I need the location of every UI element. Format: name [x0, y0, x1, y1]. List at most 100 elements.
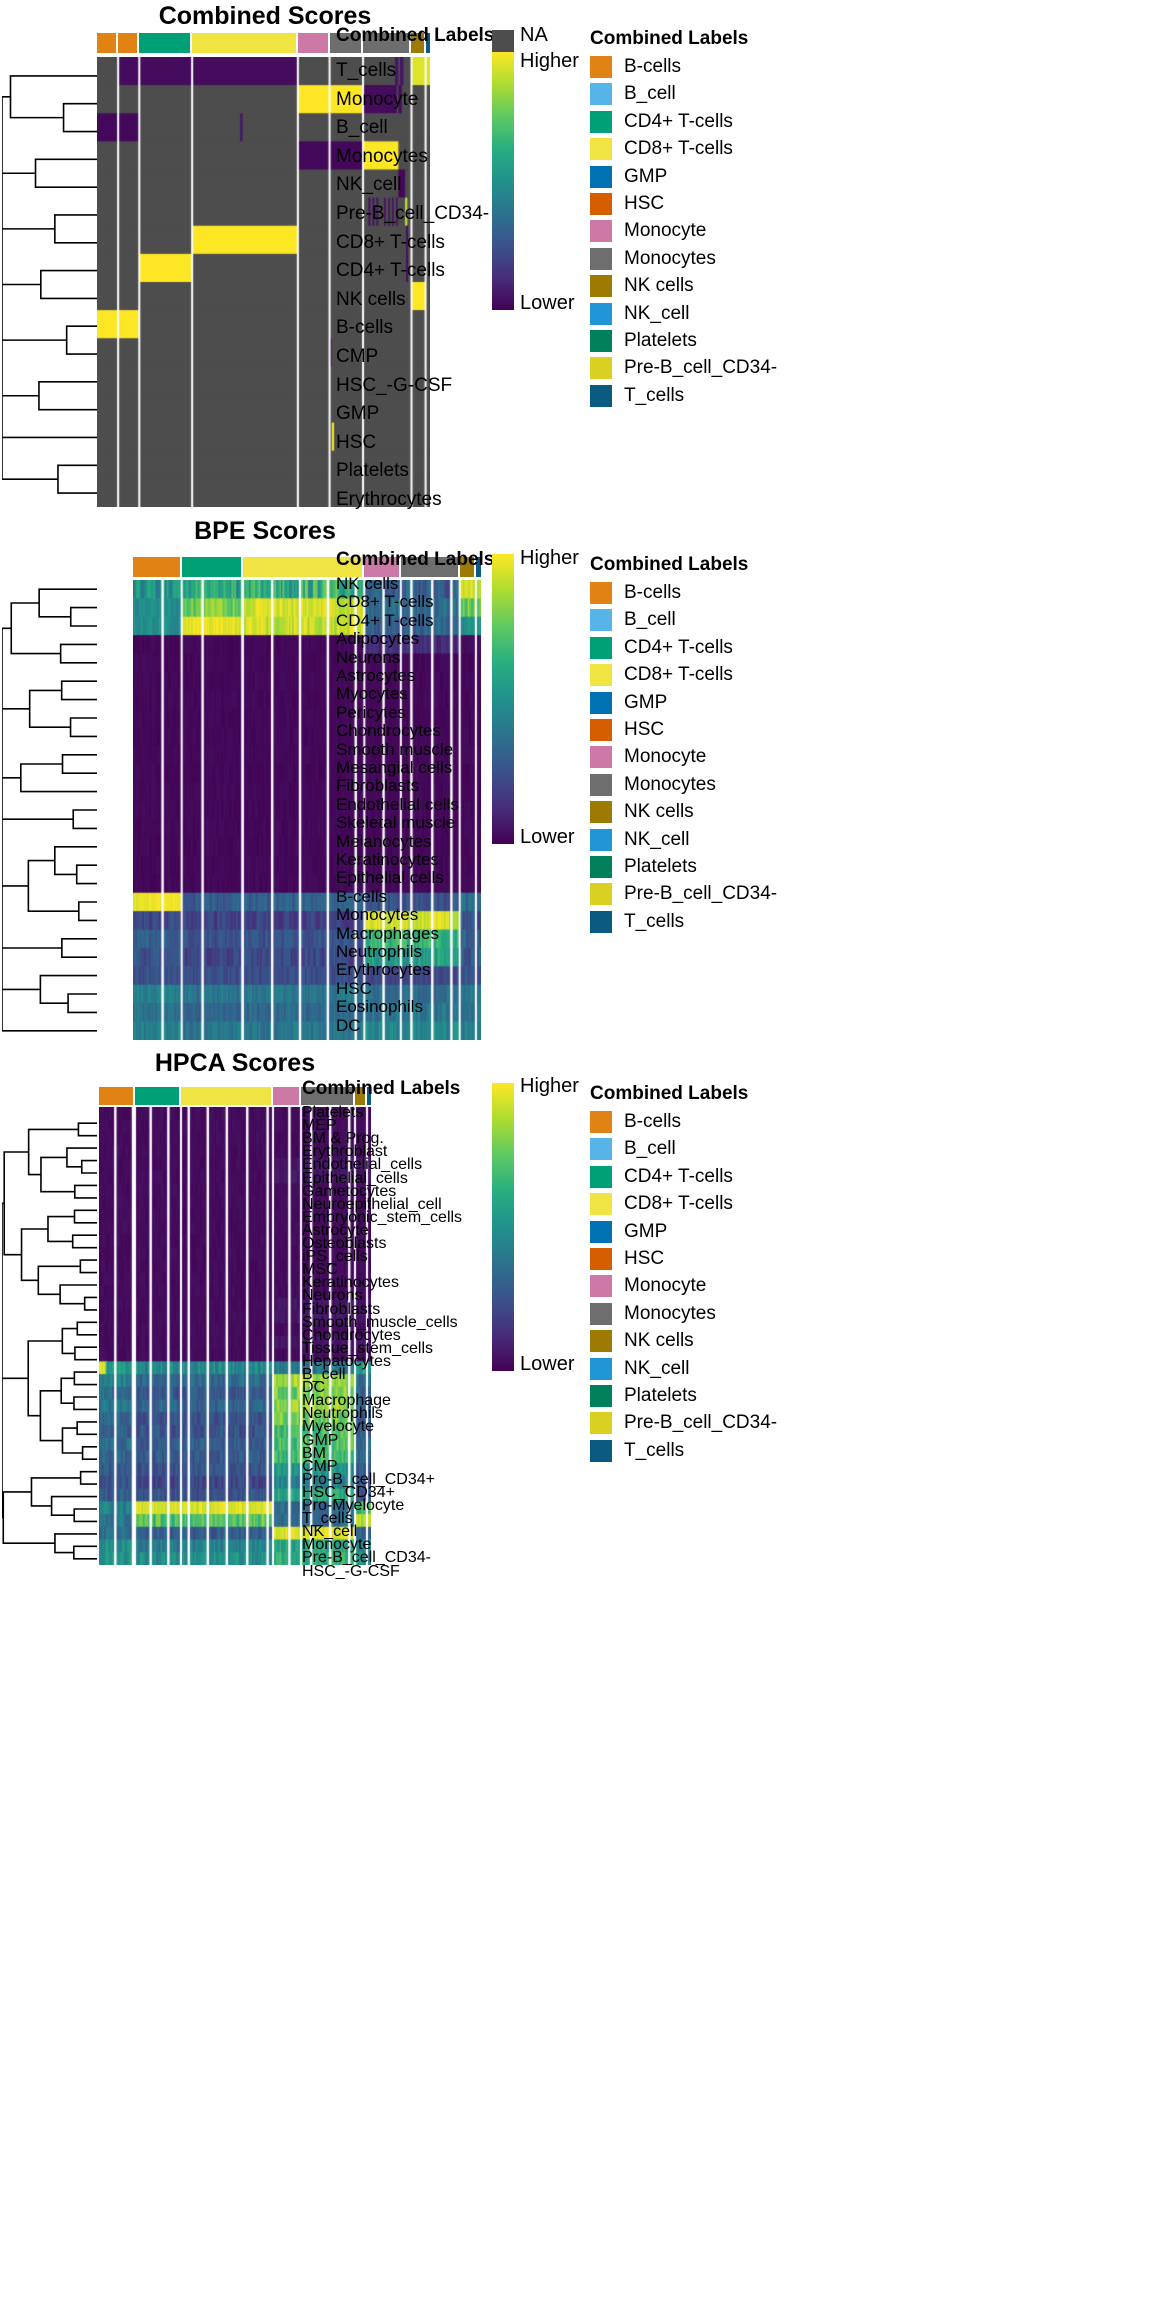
row-label: B-cells — [336, 886, 388, 906]
row-label: HSC_-G-CSF — [302, 1562, 400, 1580]
legend-item: CD8+ T-cells — [590, 1193, 890, 1216]
categorical-legend-title-hpca: Combined Labels — [590, 1083, 749, 1104]
legend-swatch — [590, 582, 612, 604]
row-labels-hpca: Combined Labels Platelets MEP BM & Prog. Ery… — [302, 1079, 552, 1579]
row-label: CD4+ T-cells — [336, 610, 434, 630]
annotation-segment-b-cells — [97, 33, 119, 53]
legend-swatch — [590, 1302, 612, 1325]
legend-swatch — [590, 664, 612, 687]
continuous-legend-hpca: Higher Lower — [492, 1075, 579, 1375]
legend-swatch — [590, 357, 612, 380]
legend-item-label: Monocytes — [624, 247, 716, 269]
legend-item: NK cells — [590, 801, 890, 824]
legend-item-label: NK_cell — [624, 1357, 690, 1379]
legend-na-swatch-combined — [492, 30, 514, 52]
legend-item-label: CD4+ T-cells — [624, 1165, 733, 1187]
row-label: Adipocytes — [336, 629, 420, 649]
row-label-header: Combined Labels — [336, 549, 495, 570]
legend-item-label: GMP — [624, 165, 668, 187]
legend-swatch — [590, 302, 612, 325]
row-label: NK cells — [336, 574, 399, 593]
legend-swatch — [590, 56, 612, 78]
row-label: Macrophages — [336, 923, 440, 943]
row-label: CD4+ T-cells — [336, 260, 445, 282]
row-label: Platelets — [336, 460, 409, 482]
legend-item-label: T_cells — [624, 1439, 685, 1461]
legend-item-label: Monocytes — [624, 1302, 716, 1324]
legend-gradient-bpe — [492, 554, 514, 844]
legend-item-label: B-cells — [624, 56, 682, 77]
legend-item: HSC — [590, 1247, 890, 1270]
legend-swatch — [590, 801, 612, 824]
legend-swatch — [590, 247, 612, 270]
categorical-legend-hpca: Combined Labels B-cells B_cell CD4+ T-cell… — [590, 1083, 890, 1467]
row-dendrogram-bpe — [2, 580, 97, 1040]
legend-na-label-combined: NA — [520, 24, 548, 46]
legend-item-label: B_cell — [624, 609, 676, 631]
legend-item-label: NK cells — [624, 801, 694, 823]
legend-item: CD4+ T-cells — [590, 110, 890, 133]
row-label: Neurons — [336, 647, 401, 667]
panel-hpca-scores: HPCA Scores Combined Labels Platelets MEP B… — [0, 1045, 1152, 2304]
legend-item: B_cell — [590, 83, 890, 106]
legend-item: HSC — [590, 718, 890, 741]
annotation-segment-b-cells — [118, 33, 140, 53]
row-label: HSC — [336, 431, 377, 453]
legend-item-label: HSC — [624, 718, 665, 740]
row-label: Erythrocytes — [336, 960, 431, 980]
row-label: Melanocytes — [336, 831, 432, 851]
annotation-segment-monocyte — [273, 1087, 301, 1105]
row-label: DC — [336, 1015, 361, 1035]
legend-item-label: B-cells — [624, 1111, 682, 1132]
annotation-segment-cd4-t-cells — [135, 1087, 181, 1105]
legend-item: B-cells — [590, 56, 890, 78]
legend-swatch — [590, 1330, 612, 1353]
legend-item-label: T_cells — [624, 384, 685, 406]
legend-swatch — [590, 1165, 612, 1188]
legend-item-label: CD4+ T-cells — [624, 636, 733, 658]
legend-swatch — [590, 1138, 612, 1161]
legend-item-label: CD8+ T-cells — [624, 664, 733, 686]
row-label: Myocytes — [336, 684, 408, 704]
legend-item: Monocyte — [590, 1275, 890, 1298]
legend-swatch — [590, 883, 612, 906]
legend-swatch — [590, 746, 612, 769]
annotation-segment-b-cells — [99, 1087, 135, 1105]
legend-swatch — [590, 192, 612, 215]
legend-item: Pre-B_cell_CD34- — [590, 1412, 890, 1435]
panel-bpe-scores: BPE Scores Combined Labels NK cells CD8+ T… — [0, 512, 1152, 1057]
row-label: HSC — [336, 978, 372, 998]
row-label: B_cell — [336, 117, 388, 139]
legend-item-label: NK cells — [624, 1330, 694, 1352]
legend-item: B-cells — [590, 582, 890, 604]
legend-swatch — [590, 1111, 612, 1133]
legend-item: NK_cell — [590, 302, 890, 325]
row-label: NK cells — [336, 288, 406, 310]
row-label: HSC_-G-CSF — [336, 374, 453, 396]
annotation-segment-cd8-t-cells — [181, 1087, 273, 1105]
row-label: GMP — [336, 403, 380, 425]
panel-title-bpe: BPE Scores — [194, 517, 336, 545]
legend-item: NK_cell — [590, 828, 890, 851]
legend-item: NK cells — [590, 275, 890, 298]
row-label: Fibroblasts — [336, 776, 420, 796]
legend-swatch — [590, 636, 612, 659]
legend-swatch — [590, 910, 612, 933]
row-label: Eosinophils — [336, 997, 423, 1017]
row-label: Smooth muscle — [336, 739, 454, 759]
row-label: CD8+ T-cells — [336, 592, 434, 612]
row-label: Endothelial cells — [336, 794, 459, 814]
legend-item: Monocyte — [590, 746, 890, 769]
legend-swatch — [590, 138, 612, 161]
legend-low-label-hpca: Lower — [520, 1353, 575, 1375]
legend-item: Monocytes — [590, 247, 890, 270]
legend-item-label: Monocyte — [624, 1275, 707, 1297]
legend-swatch — [590, 1412, 612, 1435]
legend-item: T_cells — [590, 1439, 890, 1462]
legend-swatch — [590, 1439, 612, 1462]
legend-item: Monocytes — [590, 1302, 890, 1325]
legend-swatch — [590, 165, 612, 188]
row-label: Skeletal muscle — [336, 813, 456, 833]
legend-item-label: Monocytes — [624, 773, 716, 795]
legend-item-label: Monocyte — [624, 220, 707, 242]
